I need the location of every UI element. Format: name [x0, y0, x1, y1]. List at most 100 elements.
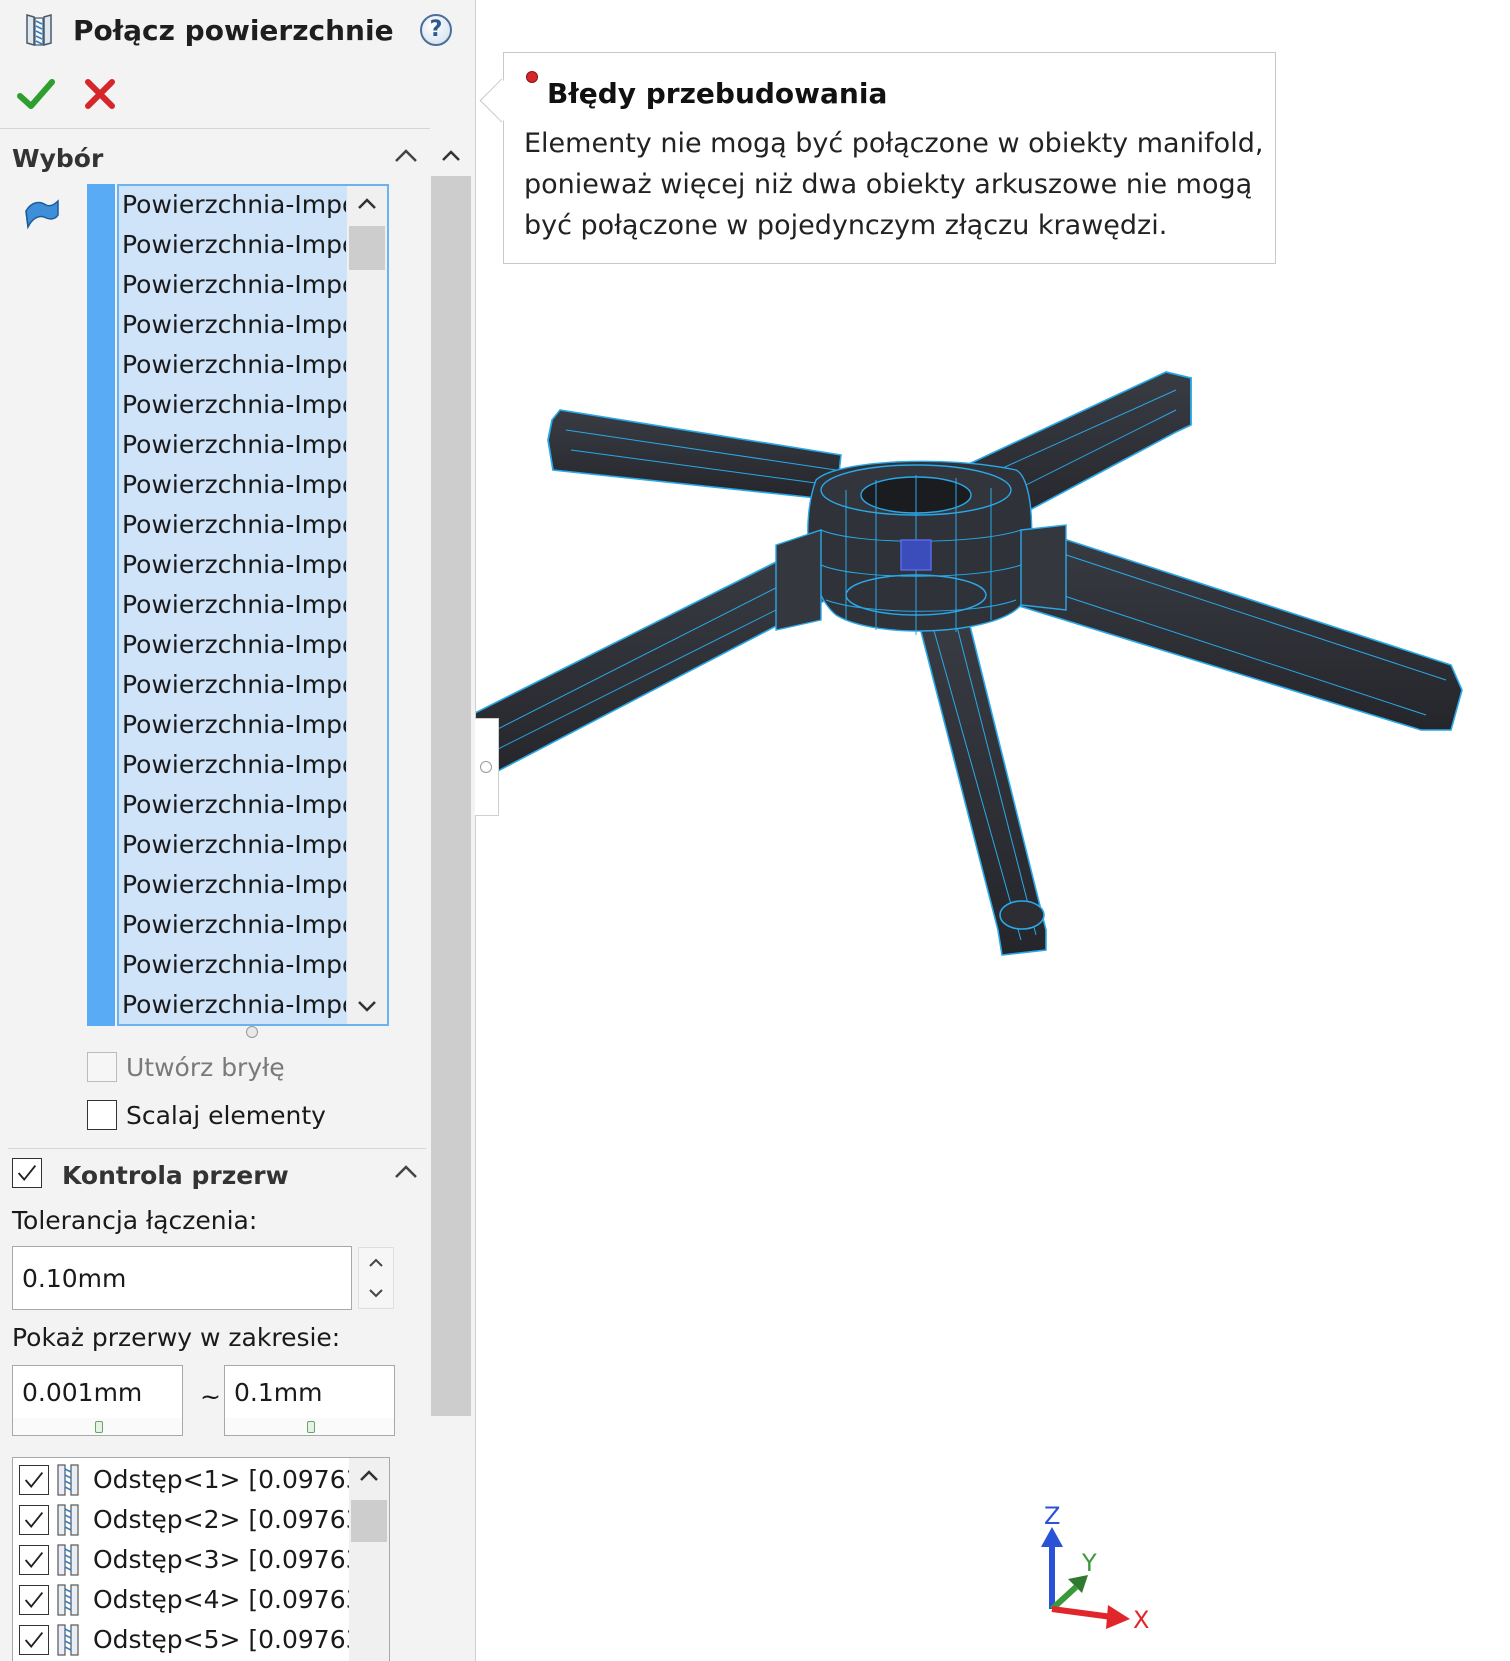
- gap-range-min-input[interactable]: [12, 1365, 183, 1419]
- spin-up-icon[interactable]: [359, 1248, 393, 1278]
- selection-list-item[interactable]: Powierzchnia-Importuj9: [122, 506, 346, 544]
- gap-list-item[interactable]: Odstęp<2> [0.09763mm]: [13, 1500, 349, 1540]
- selection-list-item[interactable]: Powierzchnia-Importuj13: [122, 666, 346, 704]
- gap-list-scroll-thumb[interactable]: [351, 1500, 387, 1542]
- tolerance-label: Tolerancja łączenia:: [12, 1206, 258, 1235]
- gap-icon: [57, 1544, 79, 1576]
- gap-item-checkbox[interactable]: [19, 1625, 49, 1655]
- check-icon: [24, 1551, 44, 1568]
- chevron-up-icon[interactable]: [392, 146, 420, 166]
- panel-splitter-handle[interactable]: [475, 718, 499, 816]
- create-solid-label: Utwórz bryłę: [126, 1053, 285, 1082]
- panel-scroll-up-button[interactable]: [431, 140, 471, 172]
- gap-range-max-input[interactable]: [224, 1365, 395, 1419]
- selection-list-item[interactable]: Powierzchnia-Importuj5: [122, 346, 346, 384]
- gap-list-item[interactable]: Odstęp<4> [0.09763mm]: [13, 1580, 349, 1620]
- selection-list-item[interactable]: Powierzchnia-Importuj10: [122, 546, 346, 584]
- selection-list-item[interactable]: Powierzchnia-Importuj1: [122, 186, 346, 224]
- selection-list-item[interactable]: Powierzchnia-Importuj3: [122, 266, 346, 304]
- property-manager-panel: Połącz powierzchnie ? Wybór Powierzchnia…: [0, 0, 476, 1661]
- check-icon: [24, 1511, 44, 1528]
- z-arrow-icon: [1041, 1527, 1063, 1547]
- selection-list-item[interactable]: Powierzchnia-Importuj21: [122, 986, 346, 1024]
- selection-list[interactable]: Powierzchnia-Importuj1Powierzchnia-Impor…: [117, 184, 389, 1026]
- merge-entities-checkbox[interactable]: [87, 1100, 117, 1130]
- gap-list-item[interactable]: Odstęp<1> [0.09763mm]: [13, 1460, 349, 1500]
- splitter-grip: [480, 761, 492, 773]
- selection-list-item[interactable]: Powierzchnia-Importuj11: [122, 586, 346, 624]
- chevron-up-icon[interactable]: [347, 186, 387, 222]
- selection-list-item[interactable]: Powierzchnia-Importuj12: [122, 626, 346, 664]
- check-icon: [24, 1471, 44, 1488]
- selection-list-item[interactable]: Powierzchnia-Importuj18: [122, 866, 346, 904]
- tooltip-message: Elementy nie mogą być połączone w obiekt…: [524, 128, 1264, 241]
- help-icon[interactable]: ?: [420, 14, 452, 46]
- section-selection-title: Wybór: [12, 144, 104, 173]
- selection-list-item[interactable]: Powierzchnia-Importuj20: [122, 946, 346, 984]
- gap-item-checkbox[interactable]: [19, 1465, 49, 1495]
- tolerance-spinner[interactable]: [358, 1247, 394, 1309]
- close-icon: [85, 79, 115, 109]
- divider: [0, 128, 430, 129]
- rebuild-error-tooltip: Błędy przebudowania Elementy nie mogą by…: [479, 52, 1276, 264]
- z-axis-label: Z: [1044, 1505, 1060, 1530]
- check-icon: [17, 79, 55, 109]
- gap-range-min-slider[interactable]: [12, 1418, 183, 1436]
- gap-item-checkbox[interactable]: [19, 1585, 49, 1615]
- gap-item-checkbox[interactable]: [19, 1505, 49, 1535]
- gap-list-item[interactable]: Odstęp<3> [0.09763mm]: [13, 1540, 349, 1580]
- view-orientation-triad: Z Y X: [1041, 1505, 1149, 1634]
- gap-control-checkbox[interactable]: [12, 1158, 42, 1188]
- gap-icon: [57, 1624, 79, 1656]
- selection-list-item[interactable]: Powierzchnia-Importuj16: [122, 786, 346, 824]
- section-gap-control-title: Kontrola przerw: [62, 1161, 289, 1190]
- divider: [8, 1148, 426, 1149]
- x-axis-label: X: [1133, 1606, 1149, 1634]
- selection-list-item[interactable]: Powierzchnia-Importuj15: [122, 746, 346, 784]
- create-solid-checkbox[interactable]: [87, 1052, 117, 1082]
- selection-list-item[interactable]: Powierzchnia-Importuj14: [122, 706, 346, 744]
- tolerance-input[interactable]: [12, 1246, 352, 1310]
- gap-range-label: Pokaż przerwy w zakresie:: [12, 1323, 341, 1352]
- error-icon: [526, 71, 538, 83]
- check-icon: [24, 1631, 44, 1648]
- selection-list-item[interactable]: Powierzchnia-Importuj8: [122, 466, 346, 504]
- gap-item-checkbox[interactable]: [19, 1545, 49, 1575]
- check-icon: [17, 1164, 37, 1181]
- gap-list-scrollbar[interactable]: [349, 1458, 389, 1661]
- knit-surface-icon: [26, 14, 52, 46]
- gap-list[interactable]: Odstęp<1> [0.09763mm] Odstęp<2> [0.09763m…: [12, 1457, 390, 1661]
- slider-thumb[interactable]: [307, 1421, 315, 1433]
- panel-title: Połącz powierzchnie: [73, 14, 394, 47]
- gap-range-max-slider[interactable]: [224, 1418, 395, 1436]
- selection-list-item[interactable]: Powierzchnia-Importuj4: [122, 306, 346, 344]
- ok-button[interactable]: [16, 74, 56, 114]
- y-axis: [1049, 1584, 1079, 1612]
- selection-list-scrollbar[interactable]: [347, 186, 387, 1024]
- slider-thumb[interactable]: [95, 1421, 103, 1433]
- selection-list-item[interactable]: Powierzchnia-Importuj17: [122, 826, 346, 864]
- chevron-up-icon[interactable]: [349, 1458, 389, 1494]
- spin-down-icon[interactable]: [359, 1278, 393, 1308]
- selection-list-resize-handle[interactable]: [246, 1026, 258, 1038]
- surface-icon: [25, 199, 59, 230]
- tooltip-title: Błędy przebudowania: [547, 77, 888, 110]
- gap-icon: [57, 1464, 79, 1496]
- chevron-down-icon[interactable]: [347, 988, 387, 1024]
- selection-list-scroll-thumb[interactable]: [349, 226, 385, 270]
- selection-list-item[interactable]: Powierzchnia-Importuj7: [122, 426, 346, 464]
- gap-item-label: Odstęp<1> [0.09763mm]: [93, 1465, 349, 1494]
- chevron-up-icon[interactable]: [392, 1162, 420, 1182]
- check-icon: [24, 1591, 44, 1608]
- x-axis: [1051, 1606, 1113, 1620]
- selection-list-item[interactable]: Powierzchnia-Importuj19: [122, 906, 346, 944]
- y-axis-label: Y: [1081, 1549, 1097, 1577]
- selection-list-item[interactable]: Powierzchnia-Importuj6: [122, 386, 346, 424]
- panel-scrollbar-thumb[interactable]: [431, 176, 471, 1416]
- cancel-button[interactable]: [80, 74, 120, 114]
- selection-list-item[interactable]: Powierzchnia-Importuj2: [122, 226, 346, 264]
- gap-item-label: Odstęp<4> [0.09763mm]: [93, 1585, 349, 1614]
- gap-list-item[interactable]: Odstęp<5> [0.09763mm]: [13, 1620, 349, 1660]
- gap-icon: [57, 1504, 79, 1536]
- model-hub: [775, 460, 1067, 635]
